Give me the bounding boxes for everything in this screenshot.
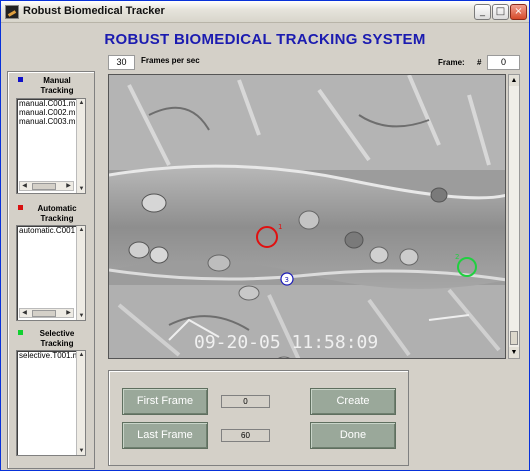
frame-scroll-thumb[interactable] (510, 331, 518, 345)
marker-3-label: 3 (285, 276, 289, 284)
minimize-button[interactable]: _ (474, 4, 491, 20)
automatic-tracking-label: Automatic Tracking (37, 204, 77, 223)
frame-label: Frame: (438, 58, 465, 67)
first-frame-value[interactable]: 0 (221, 395, 270, 408)
marker-3[interactable]: 3 (280, 272, 294, 286)
marker-1-label: 1 (278, 223, 282, 231)
manual-list-hscroll[interactable]: ◀ ▶ (19, 181, 74, 191)
list-item[interactable]: selective.T001.m (17, 351, 85, 360)
fps-label: Frames per sec (141, 56, 200, 65)
last-frame-button[interactable]: Last Frame (122, 422, 208, 449)
selective-list-vscroll[interactable]: ▲ ▼ (76, 351, 85, 455)
create-button[interactable]: Create (310, 388, 396, 415)
automatic-tracking-list[interactable]: automatic.C001 ▲ ▼ ◀ ▶ (16, 225, 86, 321)
frame-scrollbar[interactable]: ▲ ▼ (508, 74, 520, 359)
page-title: ROBUST BIOMEDICAL TRACKING SYSTEM (104, 31, 426, 48)
manual-tracking-label: Manual Tracking (40, 76, 74, 95)
first-frame-button[interactable]: First Frame (122, 388, 208, 415)
scroll-left-icon[interactable]: ◀ (20, 309, 29, 317)
frame-number-input[interactable]: 0 (487, 55, 520, 70)
tracking-files-panel: Manual Tracking manual.C001.m manual.C00… (7, 71, 95, 469)
fps-input[interactable]: 30 (108, 55, 135, 70)
scroll-up-icon[interactable]: ▲ (77, 351, 85, 359)
scroll-thumb[interactable] (32, 183, 56, 190)
microscopy-image: 09-20-05 11:58:09 1 2 3 (109, 75, 505, 358)
automatic-list-hscroll[interactable]: ◀ ▶ (19, 308, 74, 318)
manual-list-vscroll[interactable]: ▲ ▼ (76, 99, 85, 193)
app-window: Robust Biomedical Tracker _ □ × ROBUST B… (0, 0, 530, 471)
list-item[interactable]: manual.C002.m (17, 108, 85, 117)
video-timestamp: 09-20-05 11:58:09 (194, 332, 378, 353)
scroll-up-icon[interactable]: ▲ (77, 99, 85, 107)
list-item[interactable]: manual.C001.m (17, 99, 85, 108)
manual-tracking-list[interactable]: manual.C001.m manual.C002.m manual.C003.… (16, 98, 86, 194)
done-button[interactable]: Done (310, 422, 396, 449)
scroll-right-icon[interactable]: ▶ (64, 182, 73, 190)
list-item[interactable]: automatic.C001 (17, 226, 85, 235)
marker-2-label: 2 (455, 253, 459, 261)
scroll-up-icon[interactable]: ▲ (77, 226, 85, 234)
title-bar[interactable]: Robust Biomedical Tracker _ □ × (1, 1, 529, 23)
automatic-list-vscroll[interactable]: ▲ ▼ (76, 226, 85, 320)
window-title: Robust Biomedical Tracker (23, 5, 165, 17)
scroll-down-icon[interactable]: ▼ (509, 347, 519, 358)
last-frame-value[interactable]: 60 (221, 429, 270, 442)
maximize-button[interactable]: □ (492, 4, 509, 20)
scroll-right-icon[interactable]: ▶ (64, 309, 73, 317)
scroll-up-icon[interactable]: ▲ (509, 75, 519, 86)
scroll-down-icon[interactable]: ▼ (77, 447, 85, 455)
client-area: ROBUST BIOMEDICAL TRACKING SYSTEM 30 Fra… (1, 23, 529, 470)
app-icon (5, 5, 19, 19)
scroll-thumb[interactable] (32, 310, 56, 317)
scroll-left-icon[interactable]: ◀ (20, 182, 29, 190)
selective-tracking-list[interactable]: selective.T001.m ▲ ▼ (16, 350, 86, 456)
frame-hash-label: # (477, 58, 482, 67)
control-panel: First Frame 0 Create Last Frame 60 Done (108, 370, 409, 466)
close-button[interactable]: × (510, 4, 527, 20)
scroll-down-icon[interactable]: ▼ (77, 185, 85, 193)
list-item[interactable]: manual.C003.m (17, 117, 85, 126)
video-frame-view[interactable]: 09-20-05 11:58:09 1 2 3 (108, 74, 506, 359)
selective-tracking-label: Selective Tracking (39, 329, 75, 348)
scroll-down-icon[interactable]: ▼ (77, 312, 85, 320)
